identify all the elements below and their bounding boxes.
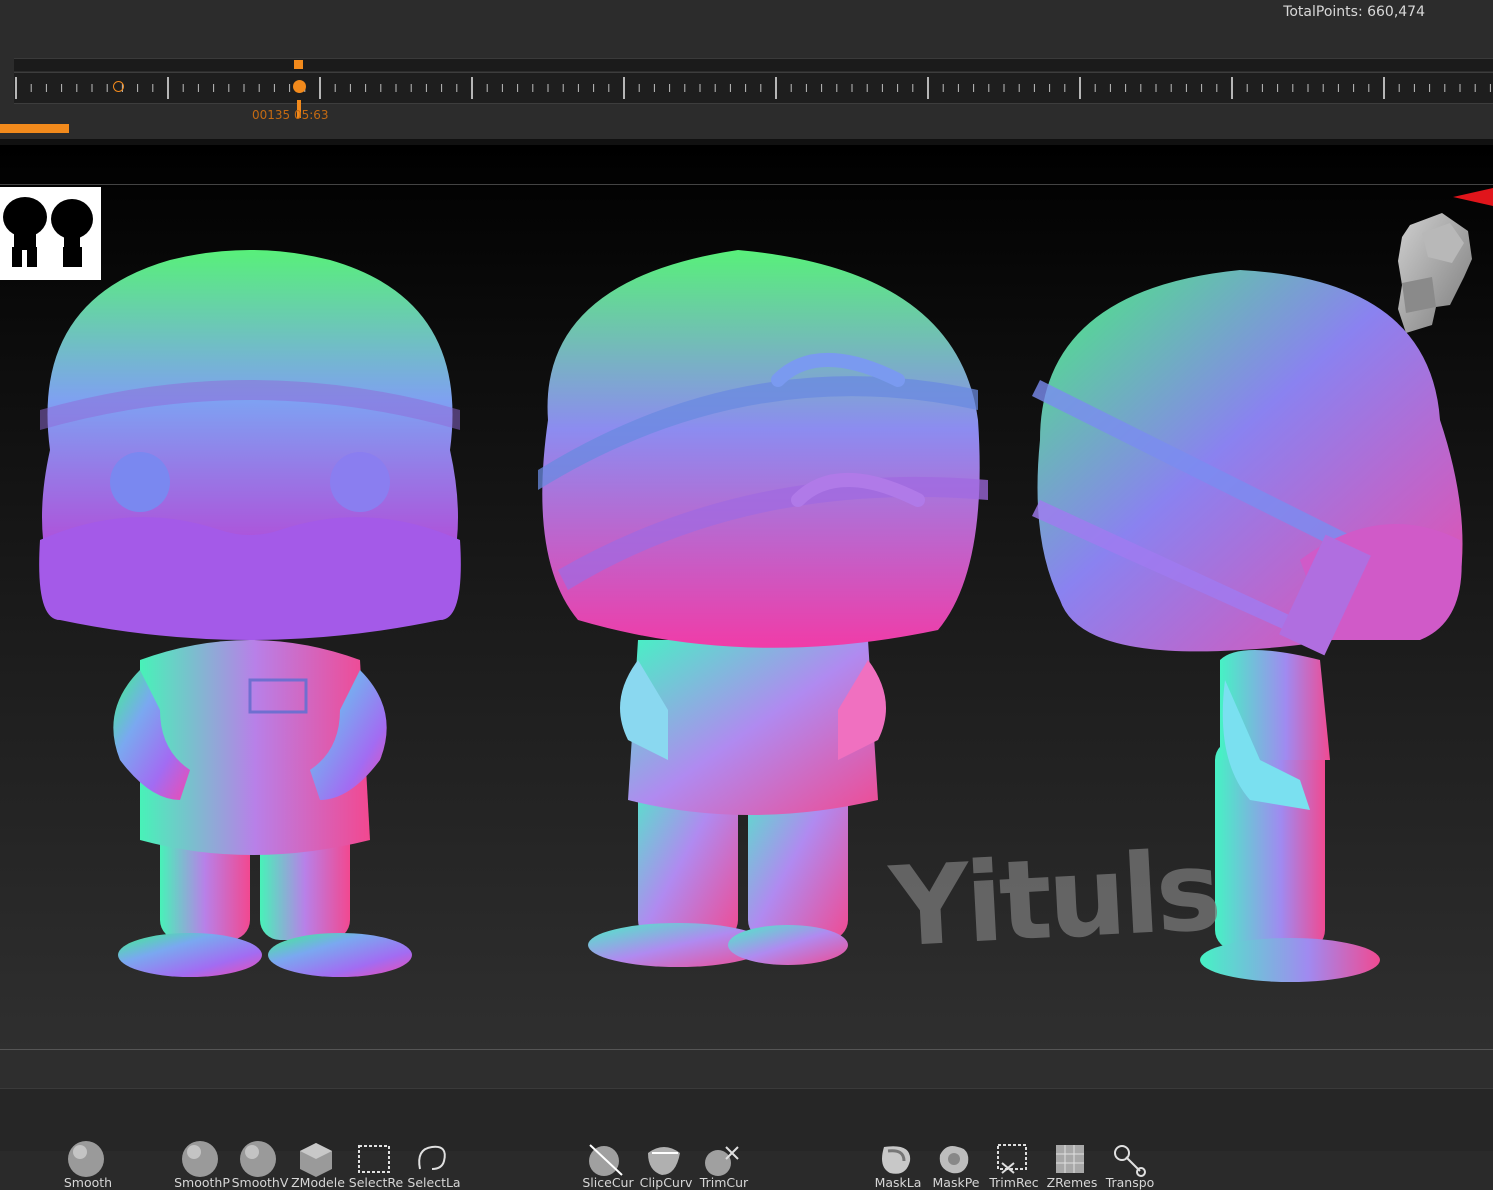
select-lasso-icon xyxy=(412,1139,452,1179)
tool-label: MaskLa xyxy=(874,1175,922,1190)
transpose-icon xyxy=(1108,1139,1148,1179)
tool-zmodele[interactable]: ZModele xyxy=(288,1133,345,1190)
tool-trimcur[interactable]: TrimCur xyxy=(694,1133,750,1190)
zremesher-icon xyxy=(1050,1139,1090,1179)
tool-smooth[interactable]: Smooth xyxy=(58,1133,114,1190)
mask-lasso-icon xyxy=(876,1139,916,1179)
clip-curve-icon xyxy=(644,1139,684,1179)
tool-label: MaskPe xyxy=(932,1175,980,1190)
progress-bar xyxy=(0,124,69,133)
tool-label: TrimRec xyxy=(989,1175,1039,1190)
sphere-brush-icon xyxy=(238,1139,278,1179)
tool-label: ClipCurv xyxy=(639,1175,693,1190)
tool-smoothv[interactable]: SmoothV xyxy=(230,1133,288,1190)
tool-zremes[interactable]: ZRemes xyxy=(1042,1133,1098,1190)
timeline-track[interactable] xyxy=(14,58,1493,71)
tool-label: SelectRe xyxy=(348,1175,404,1190)
tool-label: TrimCur xyxy=(699,1175,749,1190)
bottom-shelf: Smooth SmoothP SmoothV ZModele SelectRe Selec… xyxy=(0,1050,1493,1190)
tool-label: SelectLa xyxy=(407,1175,461,1190)
watermark-text: Yituls xyxy=(886,826,1221,972)
tool-clipcurv[interactable]: ClipCurv xyxy=(636,1133,692,1190)
keyframe-marker[interactable] xyxy=(113,81,124,92)
total-points-readout: TotalPoints: 660,474 xyxy=(1283,4,1425,20)
tool-maskla[interactable]: MaskLa xyxy=(868,1133,924,1190)
frame-label: 00135 05:63 xyxy=(252,108,329,122)
tool-smoothp[interactable]: SmoothP xyxy=(172,1133,230,1190)
trim-curve-icon xyxy=(702,1139,742,1179)
tool-slicecur[interactable]: SliceCur xyxy=(578,1133,634,1190)
tool-trimrec[interactable]: TrimRec xyxy=(984,1133,1040,1190)
timeline-position-marker[interactable] xyxy=(294,60,303,69)
tool-selectre[interactable]: SelectRe xyxy=(346,1133,403,1190)
tool-label: ZRemes xyxy=(1046,1175,1098,1190)
3d-viewport[interactable]: Yituls xyxy=(0,145,1493,1050)
mask-pen-icon xyxy=(934,1139,974,1179)
select-rect-icon xyxy=(354,1139,394,1179)
tool-label: SmoothP xyxy=(174,1175,230,1190)
sphere-brush-icon xyxy=(180,1139,220,1179)
viewport-border xyxy=(0,184,1493,185)
slice-curve-icon xyxy=(586,1139,626,1179)
zmodeler-cube-icon xyxy=(296,1139,336,1179)
tool-label: ZModele xyxy=(291,1175,345,1190)
tool-label: SmoothV xyxy=(231,1175,289,1190)
figure-front-view[interactable] xyxy=(20,240,480,980)
tool-label: Transpo xyxy=(1105,1175,1155,1190)
tool-label: SliceCur xyxy=(582,1175,634,1190)
trim-rect-icon xyxy=(992,1139,1032,1179)
timeline-playhead[interactable] xyxy=(293,80,306,93)
red-arrow-indicator xyxy=(1453,188,1493,206)
sphere-brush-icon xyxy=(66,1139,106,1179)
timeline-panel: TotalPoints: 660,474 00135 05:63 xyxy=(0,0,1493,140)
timeline-ruler[interactable] xyxy=(14,72,1493,104)
tool-shelf: Smooth SmoothP SmoothV ZModele SelectRe Selec… xyxy=(0,1088,1493,1190)
tool-maskpe[interactable]: MaskPe xyxy=(926,1133,982,1190)
timeline-ticks xyxy=(15,77,1491,99)
tool-label: Smooth xyxy=(63,1175,113,1190)
tool-selectla[interactable]: SelectLa xyxy=(404,1133,461,1190)
tool-transpo[interactable]: Transpo xyxy=(1100,1133,1156,1190)
